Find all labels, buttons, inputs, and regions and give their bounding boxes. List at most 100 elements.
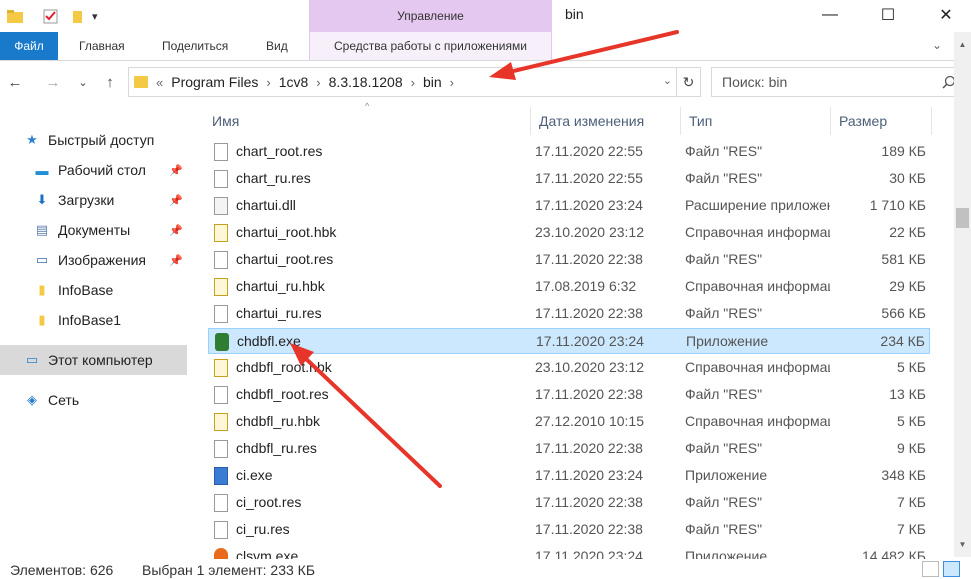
file-date: 17.11.2020 23:24 [535, 197, 643, 213]
file-row[interactable]: chartui.dll 17.11.2020 23:24 Расширение пр… [208, 193, 930, 219]
title-bar: ▾ Управление bin — ☐ ✕ [0, 0, 971, 32]
folder-icon: ▮ [38, 282, 46, 297]
file-row[interactable]: chartui_root.res 17.11.2020 22:38 Файл "RE… [208, 247, 930, 273]
expand-ribbon-icon[interactable]: ⌄ [932, 38, 942, 52]
file-row[interactable]: chart_ru.res 17.11.2020 22:55 Файл "RES" 30… [208, 166, 930, 192]
res-file-icon [214, 305, 228, 323]
sidebar-item[interactable]: ▮ InfoBase1 [0, 305, 187, 335]
file-row[interactable]: ci.exe 17.11.2020 23:24 Приложение 348 КБ [208, 463, 930, 489]
up-button[interactable]: ↑ [101, 73, 119, 91]
sidebar-item[interactable]: ▬ Рабочий стол 📌 [0, 155, 187, 185]
recent-locations-button[interactable]: ⌄ [74, 73, 92, 91]
file-row[interactable]: chartui_ru.res 17.11.2020 22:38 Файл "RES"… [208, 301, 930, 327]
file-type: Файл "RES" [685, 251, 763, 267]
sidebar-item-label: Этот компьютер [48, 352, 153, 368]
pin-icon[interactable]: 📌 [169, 224, 183, 237]
column-header-size[interactable]: Размер [831, 107, 932, 135]
file-size: 5 КБ [896, 359, 926, 375]
maximize-button[interactable]: ☐ [865, 0, 911, 30]
file-name: chdbfl_ru.res [236, 440, 317, 456]
search-box[interactable] [711, 67, 966, 97]
hbk-file-icon [214, 278, 228, 296]
file-row[interactable]: chdbfl_ru.hbk 27.12.2010 10:15 Справочная … [208, 409, 930, 435]
selection-info: Выбран 1 элемент: 233 КБ [142, 562, 316, 578]
sidebar-item-label: Быстрый доступ [48, 132, 155, 148]
close-button[interactable]: ✕ [923, 0, 969, 30]
search-input[interactable] [722, 74, 922, 90]
tab-application-tools[interactable]: Средства работы с приложениями [309, 32, 552, 60]
scroll-up-icon[interactable]: ▲ [954, 40, 971, 52]
tab-share[interactable]: Поделиться [150, 32, 240, 60]
minimize-button[interactable]: — [807, 0, 853, 30]
large-icons-view-icon[interactable] [943, 561, 960, 577]
ribbon-tabs: Файл Главная Поделиться Вид Средства раб… [0, 32, 971, 61]
tab-file[interactable]: Файл [0, 32, 58, 60]
images-icon: ▭ [35, 252, 49, 267]
file-type: Справочная информация [685, 359, 830, 375]
sidebar-item[interactable]: ▭ Изображения 📌 [0, 245, 187, 275]
file-name: chdbfl.exe [237, 333, 301, 349]
pin-icon[interactable]: 📌 [169, 194, 183, 207]
sidebar-item[interactable]: ⬇ Загрузки 📌 [0, 185, 187, 215]
file-row[interactable]: chdbfl_ru.res 17.11.2020 22:38 Файл "RES" 9… [208, 436, 930, 462]
file-row[interactable]: chart_root.res 17.11.2020 22:55 Файл "RES"… [208, 139, 930, 165]
file-date: 17.11.2020 22:55 [535, 170, 643, 186]
address-dropdown-icon[interactable]: ⌄ [663, 74, 672, 87]
context-tab-group-title: Управление [309, 0, 552, 32]
file-name: chart_ru.res [236, 170, 311, 186]
sidebar-item[interactable]: ▤ Документы 📌 [0, 215, 187, 245]
scrollbar-thumb[interactable] [956, 208, 969, 228]
details-view-icon[interactable] [922, 561, 939, 577]
file-row[interactable]: chdbfl_root.res 17.11.2020 22:38 Файл "RES… [208, 382, 930, 408]
new-folder-icon[interactable] [70, 8, 88, 24]
breadcrumb-1cv8[interactable]: 1cv8 [279, 74, 309, 90]
file-type: Приложение [686, 333, 769, 349]
back-button[interactable]: ← [6, 73, 24, 91]
customize-qat-icon[interactable]: ▾ [92, 10, 98, 23]
breadcrumb-version[interactable]: 8.3.18.1208 [329, 74, 403, 90]
sidebar-item-label: Документы [58, 222, 131, 238]
pin-icon[interactable]: 📌 [169, 254, 183, 267]
file-row[interactable]: chdbfl_root.hbk 23.10.2020 23:12 Справочна… [208, 355, 930, 381]
sidebar-item-label: InfoBase1 [58, 312, 122, 328]
breadcrumb-bin[interactable]: bin [423, 74, 442, 90]
column-header-type[interactable]: Тип [681, 107, 831, 135]
file-row[interactable]: chdbfl.exe 17.11.2020 23:24 Приложение 234 … [208, 328, 930, 354]
file-type: Справочная информация [685, 224, 830, 240]
file-date: 17.11.2020 22:38 [535, 305, 643, 321]
address-bar[interactable]: « Program Files › 1cv8 › 8.3.18.1208 › b… [128, 67, 701, 97]
breadcrumb-separator[interactable]: › [316, 75, 320, 90]
breadcrumb-separator[interactable]: › [411, 75, 415, 90]
file-type: Расширение приложения [685, 197, 830, 213]
column-header-date[interactable]: Дата изменения [531, 107, 681, 135]
file-row[interactable]: ci_root.res 17.11.2020 22:38 Файл "RES" 7 К… [208, 490, 930, 516]
folder-icon: ▮ [38, 312, 46, 327]
vertical-scrollbar[interactable]: ▲ ▼ [954, 32, 971, 557]
hbk-file-icon [214, 413, 228, 431]
sidebar-item[interactable]: ▮ InfoBase [0, 275, 187, 305]
pin-icon[interactable]: 📌 [169, 164, 183, 177]
scroll-down-icon[interactable]: ▼ [954, 540, 971, 552]
address-overflow[interactable]: « [156, 75, 163, 90]
forward-button[interactable]: → [44, 73, 62, 91]
column-header-name[interactable]: Имя [204, 107, 531, 135]
file-row[interactable]: chartui_root.hbk 23.10.2020 23:12 Справочн… [208, 220, 930, 246]
tab-home[interactable]: Главная [67, 32, 137, 60]
res-file-icon [214, 170, 228, 188]
refresh-button[interactable]: ↻ [676, 68, 700, 96]
sidebar-item[interactable]: ◈ Сеть [0, 385, 187, 415]
breadcrumb-separator[interactable]: › [266, 75, 270, 90]
sidebar-item[interactable]: ▭ Этот компьютер [0, 345, 187, 375]
properties-icon[interactable] [42, 8, 60, 24]
documents-icon: ▤ [35, 222, 49, 237]
breadcrumb-separator[interactable]: › [450, 75, 454, 90]
file-row[interactable]: chartui_ru.hbk 17.08.2019 6:32 Справочная … [208, 274, 930, 300]
breadcrumb-program-files[interactable]: Program Files [171, 74, 258, 90]
file-row[interactable]: ci_ru.res 17.11.2020 22:38 Файл "RES" 7 КБ [208, 517, 930, 543]
sidebar-item[interactable]: ★ Быстрый доступ [0, 125, 187, 155]
file-name: ci.exe [236, 467, 273, 483]
file-type: Файл "RES" [685, 440, 763, 456]
tab-view[interactable]: Вид [254, 32, 300, 60]
folder-icon [134, 76, 148, 88]
res-file-icon [214, 251, 228, 269]
